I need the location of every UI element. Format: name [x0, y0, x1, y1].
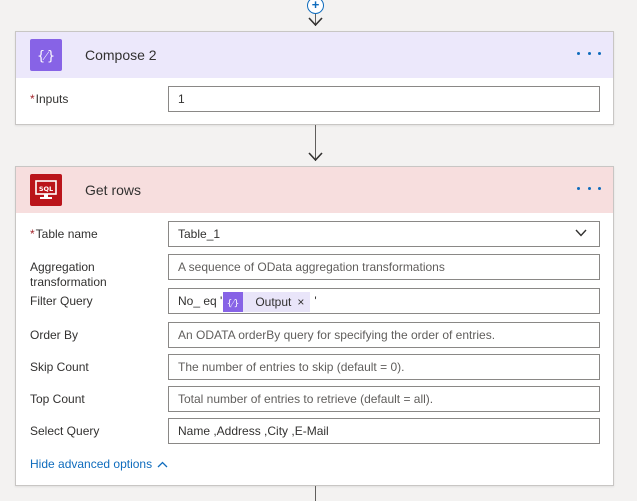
skip-count-label: Skip Count [30, 360, 89, 374]
token-remove-icon[interactable]: × [297, 292, 310, 312]
compose-card-header[interactable]: {⁄} Compose 2 [16, 32, 613, 78]
top-count-label: Top Count [30, 392, 85, 406]
sql-server-icon: SQL [30, 174, 62, 206]
compose-token-icon: {⁄} [223, 291, 244, 312]
table-name-dropdown[interactable]: Table_1 [168, 221, 600, 247]
top-count-field[interactable]: Total number of entries to retrieve (def… [168, 386, 600, 412]
aggregation-label: Aggregation transformation [30, 260, 107, 289]
order-by-field[interactable]: An ODATA orderBy query for specifying th… [168, 322, 600, 348]
connector-line-bottom [315, 486, 316, 501]
compose-card-title: Compose 2 [85, 47, 157, 63]
hide-advanced-options-label: Hide advanced options [30, 457, 153, 471]
inputs-label: *Inputs [30, 92, 69, 106]
svg-text:{⁄}: {⁄} [37, 49, 55, 64]
compose-more-options-icon[interactable] [577, 45, 601, 61]
aggregation-field[interactable]: A sequence of OData aggregation transfor… [168, 254, 600, 280]
get-rows-card-title: Get rows [85, 182, 142, 198]
chevron-up-icon [157, 461, 168, 467]
filter-query-field[interactable]: No_ eq ' {⁄} Output × ' [168, 288, 600, 314]
table-name-value: Table_1 [178, 227, 221, 241]
filter-query-prefix: No_ eq ' [178, 294, 223, 308]
filter-query-label: Filter Query [30, 294, 93, 308]
dynamic-content-token[interactable]: {⁄} Output × [223, 291, 311, 312]
select-query-field[interactable]: Name ,Address ,City ,E-Mail [168, 418, 600, 444]
svg-text:SQL: SQL [39, 185, 53, 193]
svg-text:{⁄}: {⁄} [227, 299, 239, 308]
get-rows-card-header[interactable]: SQL Get rows [16, 167, 613, 213]
compose-action-card: {⁄} Compose 2 *Inputs 1 [15, 31, 614, 125]
table-name-label: *Table name [30, 227, 98, 241]
get-rows-more-options-icon[interactable] [577, 180, 601, 196]
add-step-button[interactable]: + [307, 0, 324, 14]
compose-icon: {⁄} [30, 39, 62, 71]
order-by-label: Order By [30, 328, 79, 342]
hide-advanced-options-link[interactable]: Hide advanced options [30, 457, 168, 471]
inputs-field[interactable]: 1 [168, 86, 600, 112]
filter-query-suffix: ' [314, 294, 317, 308]
get-rows-action-card: SQL Get rows *Table name Table_1 Aggrega… [15, 166, 614, 486]
select-query-label: Select Query [30, 424, 100, 438]
arrow-down-icon [308, 17, 323, 27]
token-label: Output [255, 294, 292, 309]
chevron-down-icon [575, 229, 587, 237]
skip-count-field[interactable]: The number of entries to skip (default =… [168, 354, 600, 380]
arrow-down-icon [308, 152, 323, 162]
